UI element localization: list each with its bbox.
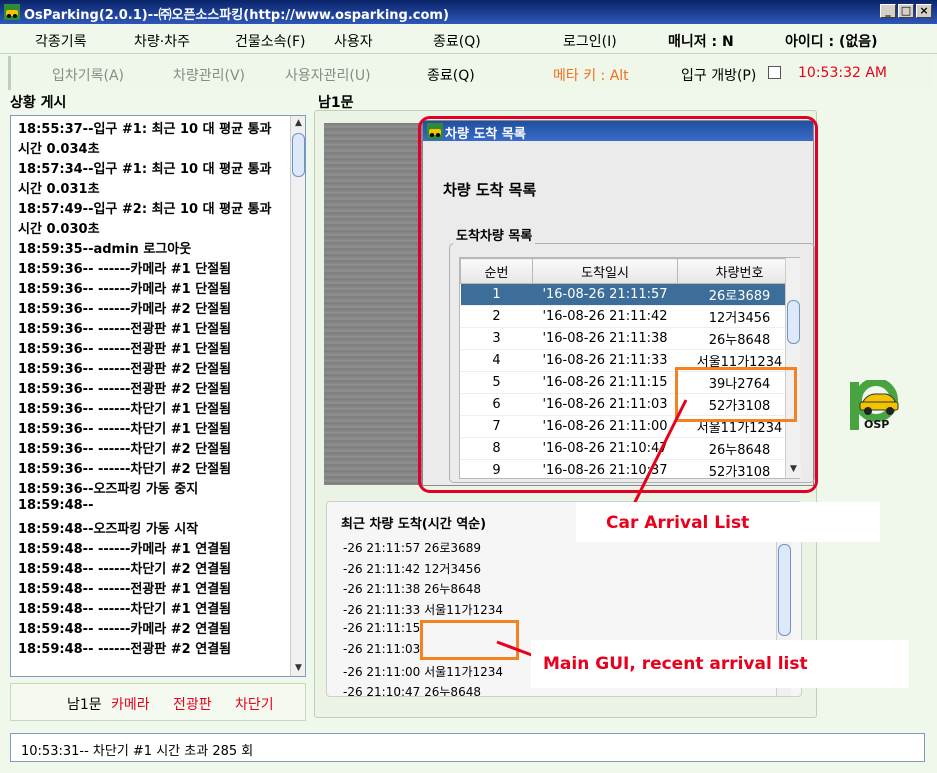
device-status-bar: 남1문 카메라 전광판 차단기 xyxy=(10,683,306,721)
log-line: 시간 0.031초 xyxy=(18,182,100,197)
dialog-highlight-frame xyxy=(418,116,818,493)
recent-arrival-line: -26 21:11:03 xyxy=(343,642,421,656)
log-line: 18:55:37--입구 #1: 최근 10 대 평균 통과 xyxy=(18,122,272,137)
entry-open-checkbox[interactable] xyxy=(768,66,781,79)
recent-arrival-line: -26 21:11:57 26로3689 xyxy=(343,541,481,555)
log-line: 18:59:36-- ------전광판 #1 단절됨 xyxy=(18,342,232,357)
log-line: 18:59:36-- ------카메라 #1 단절됨 xyxy=(18,262,232,277)
logo-text: OSP xyxy=(864,418,889,431)
log-line: 18:59:36-- ------카메라 #2 단절됨 xyxy=(18,302,232,317)
recent-arrival-line: -26 21:11:33 서울11가1234 xyxy=(343,602,504,617)
log-line: 18:59:36-- ------카메라 #1 단절됨 xyxy=(18,282,232,297)
callout-recent-text: Main GUI, recent arrival list xyxy=(543,654,808,674)
log-line: 시간 0.030초 xyxy=(18,222,100,237)
entry-records-button[interactable]: 입차기록(A) xyxy=(52,65,124,85)
log-line: 18:59:36-- ------차단기 #2 단절됨 xyxy=(18,462,232,477)
recent-arrival-line: -26 21:11:38 26누8648 xyxy=(343,582,481,597)
scroll-thumb[interactable] xyxy=(778,544,791,636)
log-line: 18:59:36-- ------전광판 #1 단절됨 xyxy=(18,322,232,337)
log-line: 18:59:36-- ------차단기 #1 단절됨 xyxy=(18,422,232,437)
log-line: 18:59:36-- ------전광판 #2 단절됨 xyxy=(18,382,232,397)
minimize-button[interactable]: _ xyxy=(880,4,896,18)
toolbar: 입차기록(A) 차량관리(V) 사용자관리(U) 종료(Q) 메타 키 : Al… xyxy=(8,56,932,90)
entry-open-label[interactable]: 입구 개방(P) xyxy=(681,65,756,85)
recent-arrival-line: -26 21:11:15 xyxy=(343,621,421,636)
missing-plate-highlight xyxy=(675,367,797,422)
callout-recent-list: Main GUI, recent arrival list xyxy=(531,640,909,688)
log-line: 18:59:48-- ------카메라 #1 연결됨 xyxy=(18,542,232,557)
menu-records[interactable]: 각종기록 xyxy=(35,31,87,51)
gate-panel-title: 남1문 xyxy=(318,95,354,111)
log-panel-title: 상황 게시 xyxy=(10,95,67,111)
callout-car-arrival-text: Car Arrival List xyxy=(606,513,750,533)
camera-image xyxy=(324,123,424,485)
recent-arrivals-title: 최근 차량 도착(시간 역순) xyxy=(341,517,487,532)
vehicle-management-button[interactable]: 차량관리(V) xyxy=(173,65,245,85)
scroll-up-icon[interactable]: ▲ xyxy=(291,116,305,131)
close-button[interactable]: × xyxy=(916,4,932,18)
menu-login[interactable]: 로그인(I) xyxy=(563,31,617,51)
log-line: 18:59:36-- ------차단기 #1 단절됨 xyxy=(18,402,232,417)
window-title: OsParking(2.0.1)--㈜오픈소스파킹(http://www.osp… xyxy=(24,8,449,23)
osp-logo: OSP xyxy=(850,380,899,431)
recent-arrival-line: -26 21:11:00 서울11가1234 xyxy=(343,664,504,679)
log-list[interactable]: 18:55:37--입구 #1: 최근 10 대 평균 통과시간 0.034초 1… xyxy=(10,115,306,677)
log-line: 18:59:48-- ------전광판 #2 연결됨 xyxy=(18,642,232,657)
quit-button[interactable]: 종료(Q) xyxy=(427,65,475,85)
meta-key-label: 메타 키 : Alt xyxy=(553,68,629,84)
menu-users[interactable]: 사용자 xyxy=(334,31,373,51)
log-line: 18:59:48--오즈파킹 가동 시작 xyxy=(18,522,199,537)
manager-label: 매니저 : N xyxy=(668,34,734,50)
status-bar: 10:53:31-- 차단기 #1 시간 초과 285 회 xyxy=(10,733,925,762)
log-line: 18:59:36-- ------차단기 #2 단절됨 xyxy=(18,442,232,457)
log-line: 18:59:36-- ------전광판 #2 단절됨 xyxy=(18,362,232,377)
menu-quit[interactable]: 종료(Q) xyxy=(433,31,481,51)
camera-status: 카메라 xyxy=(111,697,150,713)
menu-vehicles-owners[interactable]: 차량·차주 xyxy=(134,31,190,51)
maximize-button[interactable]: □ xyxy=(898,4,914,18)
log-line: 18:59:48-- ------차단기 #2 연결됨 xyxy=(18,562,232,577)
menu-bar: 각종기록 차량·차주 건물소속(F) 사용자 종료(Q) 로그인(I) 매니저 … xyxy=(0,24,937,54)
missing-recent-highlight xyxy=(420,620,519,660)
clock: 10:53:32 AM xyxy=(798,65,887,81)
display-status: 전광판 xyxy=(173,697,212,713)
log-line: 18:57:49--입구 #2: 최근 10 대 평균 통과 xyxy=(18,202,272,217)
log-line: 18:59:48-- ------카메라 #2 연결됨 xyxy=(18,622,232,637)
menu-building[interactable]: 건물소속(F) xyxy=(235,31,306,51)
log-line: 18:59:48-- xyxy=(18,498,94,513)
log-line: 시간 0.034초 xyxy=(18,142,100,157)
barrier-status: 차단기 xyxy=(235,697,274,713)
user-id-label: 아이디 : (없음) xyxy=(785,34,878,50)
app-icon xyxy=(4,4,20,20)
log-line: 18:59:36--오즈파킹 가동 중지 xyxy=(18,482,199,497)
recent-arrival-line: -26 21:11:42 12거3456 xyxy=(343,561,481,576)
log-scrollbar[interactable]: ▲ ▼ xyxy=(290,116,305,676)
scroll-thumb[interactable] xyxy=(292,133,305,177)
log-line: 18:59:35--admin 로그아웃 xyxy=(18,242,192,257)
gate-name: 남1문 xyxy=(67,697,102,713)
callout-car-arrival-list: Car Arrival List xyxy=(576,502,880,542)
user-management-button[interactable]: 사용자관리(U) xyxy=(285,65,371,85)
status-message: 10:53:31-- 차단기 #1 시간 초과 285 회 xyxy=(21,744,254,759)
scroll-down-icon[interactable]: ▼ xyxy=(291,661,305,676)
log-line: 18:59:48-- ------전광판 #1 연결됨 xyxy=(18,582,232,597)
recent-arrival-line: -26 21:10:47 26누8648 xyxy=(343,685,481,697)
log-line: 18:59:48-- ------차단기 #1 연결됨 xyxy=(18,602,232,617)
title-bar[interactable]: OsParking(2.0.1)--㈜오픈소스파킹(http://www.osp… xyxy=(0,0,937,24)
log-line: 18:57:34--입구 #1: 최근 10 대 평균 통과 xyxy=(18,162,272,177)
